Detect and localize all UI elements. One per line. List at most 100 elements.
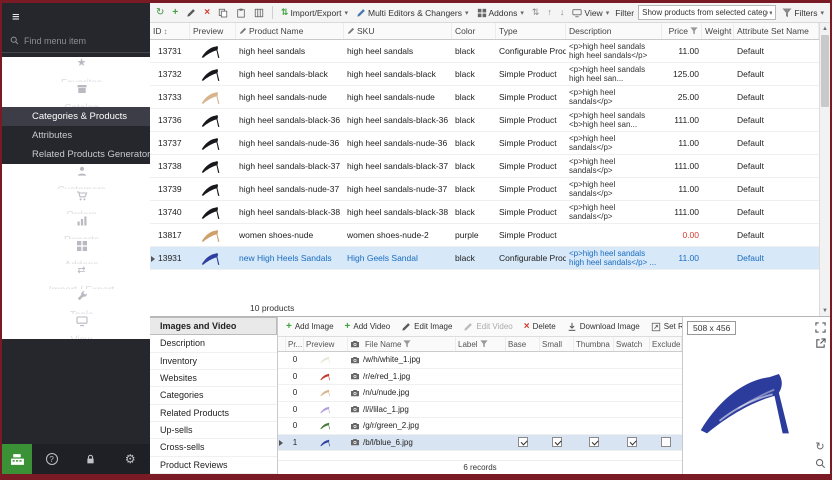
filters-menu[interactable]: Filters▾ bbox=[780, 7, 826, 19]
swatch-checkbox[interactable] bbox=[627, 437, 637, 447]
tab-inventory[interactable]: Inventory bbox=[150, 353, 277, 370]
column-header-base[interactable]: Base bbox=[506, 337, 540, 351]
add-video-button[interactable]: +Add Video bbox=[343, 321, 393, 333]
column-header-swatch[interactable]: Swatch bbox=[614, 337, 650, 351]
edit-image-button[interactable]: Edit Image bbox=[399, 321, 454, 333]
tab-cross-sells[interactable]: Cross-sells bbox=[150, 439, 277, 456]
refresh-preview-button[interactable]: ↻ bbox=[814, 440, 826, 452]
delete-image-button[interactable]: ×Delete bbox=[522, 321, 558, 333]
tab-websites[interactable]: Websites bbox=[150, 370, 277, 387]
exclude-checkbox[interactable] bbox=[661, 437, 671, 447]
shoe-thumbnail-icon bbox=[200, 156, 226, 176]
column-header-thumbnail[interactable]: Thumbna bbox=[574, 337, 614, 351]
table-row[interactable]: 13739 high heel sandals-nude-37 high hee… bbox=[150, 178, 819, 201]
add-image-button[interactable]: +Add Image bbox=[284, 321, 336, 333]
sidebar-item-orders[interactable]: Orders bbox=[2, 189, 150, 214]
column-header-id[interactable]: ID↕ bbox=[150, 23, 190, 39]
import-export-menu[interactable]: ⇅ Import/Export▾ bbox=[279, 7, 350, 19]
table-row[interactable]: 13931 new High Heels Sandals High Geels … bbox=[150, 247, 819, 270]
help-button[interactable]: ? bbox=[44, 451, 60, 467]
sidebar-item-categories-products[interactable]: Categories & Products bbox=[2, 107, 150, 126]
base-checkbox[interactable] bbox=[518, 437, 528, 447]
open-external-button[interactable] bbox=[814, 337, 826, 349]
lock-button[interactable] bbox=[83, 451, 99, 467]
menu-toggle-button[interactable]: ≡ bbox=[2, 3, 150, 29]
column-header-preview[interactable]: Preview bbox=[190, 23, 236, 39]
columns-button[interactable] bbox=[252, 7, 266, 19]
sidebar-item-customers[interactable]: Customers bbox=[2, 164, 150, 189]
sidebar-item-related-products-generator[interactable]: Related Products Generator bbox=[2, 145, 150, 164]
add-product-button[interactable]: + bbox=[170, 7, 180, 19]
move-down-button[interactable]: ↓ bbox=[558, 7, 567, 18]
delete-product-button[interactable]: × bbox=[202, 7, 212, 19]
table-row[interactable]: 13733 high heel sandals-nude high heel s… bbox=[150, 86, 819, 109]
tab-up-sells[interactable]: Up-sells bbox=[150, 422, 277, 439]
image-row[interactable]: 0 /w/h/white_1.jpg bbox=[278, 352, 682, 369]
column-header-label[interactable]: Label bbox=[456, 337, 506, 351]
edit-product-button[interactable] bbox=[184, 7, 198, 19]
thumbnail-checkbox[interactable] bbox=[589, 437, 599, 447]
scroll-up-arrow[interactable]: ▲ bbox=[820, 23, 830, 34]
sidebar-item-tools[interactable]: Tools bbox=[2, 289, 150, 314]
column-header-price[interactable]: Price bbox=[662, 23, 702, 39]
pos-button[interactable] bbox=[2, 444, 32, 474]
sidebar-item-view[interactable]: View bbox=[2, 314, 150, 339]
table-row[interactable]: 13737 high heel sandals-nude-36 high hee… bbox=[150, 132, 819, 155]
sidebar-item-attributes[interactable]: Attributes bbox=[2, 126, 150, 145]
tab-categories[interactable]: Categories bbox=[150, 387, 277, 404]
column-header-type[interactable]: Type bbox=[496, 23, 566, 39]
category-filter-select[interactable]: Show products from selected categories▾ bbox=[638, 5, 776, 20]
small-checkbox[interactable] bbox=[552, 437, 562, 447]
column-header-description[interactable]: Description bbox=[566, 23, 662, 39]
column-header-priority[interactable]: Pr... bbox=[286, 337, 304, 351]
sidebar-item-favorites[interactable]: ★ Favorites bbox=[2, 57, 150, 82]
vertical-scrollbar[interactable]: ▲ ▼ bbox=[819, 23, 830, 316]
addons-menu[interactable]: Addons▾ bbox=[475, 7, 526, 19]
zoom-button[interactable] bbox=[814, 457, 826, 469]
tab-images-and-video[interactable]: Images and Video bbox=[150, 317, 277, 335]
tab-related-products[interactable]: Related Products bbox=[150, 405, 277, 422]
download-image-button[interactable]: Download Image bbox=[565, 321, 642, 333]
column-header-color[interactable]: Color bbox=[452, 23, 496, 39]
table-row[interactable]: 13731 high heel sandals high heel sandal… bbox=[150, 40, 819, 63]
image-row[interactable]: 0 /l/i/lilac_1.jpg bbox=[278, 402, 682, 419]
table-row[interactable]: 13740 high heel sandals-black-38 high he… bbox=[150, 201, 819, 224]
copy-button[interactable] bbox=[216, 7, 230, 19]
menu-search-input[interactable] bbox=[24, 36, 142, 46]
column-header-sku[interactable]: SKU bbox=[344, 23, 452, 39]
column-header-small[interactable]: Small bbox=[540, 337, 574, 351]
column-header-weight[interactable]: Weight bbox=[702, 23, 734, 39]
view-menu[interactable]: View▾ bbox=[570, 7, 611, 19]
table-row[interactable]: 13736 high heel sandals-black-36 high he… bbox=[150, 109, 819, 132]
table-row[interactable]: 13732 high heel sandals-black high heel … bbox=[150, 63, 819, 86]
set-resize-rule-button[interactable]: Set Resize Rule▾ bbox=[649, 321, 682, 333]
tab-product-reviews[interactable]: Product Reviews bbox=[150, 457, 277, 474]
column-header-attribute-set[interactable]: Attribute Set Name bbox=[734, 23, 819, 39]
edit-video-button[interactable]: Edit Video bbox=[461, 321, 514, 333]
settings-button[interactable]: ⚙ bbox=[122, 451, 138, 467]
sidebar-item-import-export[interactable]: ⇄ Import / Export bbox=[2, 264, 150, 289]
image-row[interactable]: 0 /g/r/green_2.jpg bbox=[278, 418, 682, 435]
paste-button[interactable] bbox=[234, 7, 248, 19]
column-header-image-preview[interactable]: Preview bbox=[304, 337, 348, 351]
sort-asc-button[interactable]: ⇅ bbox=[530, 7, 542, 18]
image-row[interactable]: 1 /b/l/blue_6.jpg bbox=[278, 435, 682, 452]
tab-description[interactable]: Description bbox=[150, 335, 277, 352]
table-row[interactable]: 13817 women shoes-nude women shoes-nude-… bbox=[150, 224, 819, 247]
image-row[interactable]: 0 /n/u/nude.jpg bbox=[278, 385, 682, 402]
sidebar-item-addons[interactable]: Addons bbox=[2, 239, 150, 264]
refresh-button[interactable]: ↻ bbox=[154, 7, 166, 19]
column-header-product-name[interactable]: Product Name bbox=[236, 23, 344, 39]
shoe-thumbnail-icon bbox=[200, 87, 226, 107]
sidebar-item-catalog[interactable]: Catalog bbox=[2, 82, 150, 107]
scroll-down-arrow[interactable]: ▼ bbox=[820, 305, 830, 316]
column-header-exclude[interactable]: Exclude bbox=[650, 337, 682, 351]
scrollbar-thumb[interactable] bbox=[821, 35, 829, 107]
move-up-button[interactable]: ↑ bbox=[545, 7, 554, 18]
sidebar-item-reports[interactable]: Reports bbox=[2, 214, 150, 239]
fullscreen-button[interactable] bbox=[814, 321, 826, 333]
image-row[interactable]: 0 /r/e/red_1.jpg bbox=[278, 369, 682, 386]
column-header-file-name[interactable]: File Name bbox=[348, 337, 456, 351]
multi-editors-menu[interactable]: Multi Editors & Changers▾ bbox=[354, 7, 471, 19]
table-row[interactable]: 13738 high heel sandals-black-37 high he… bbox=[150, 155, 819, 178]
